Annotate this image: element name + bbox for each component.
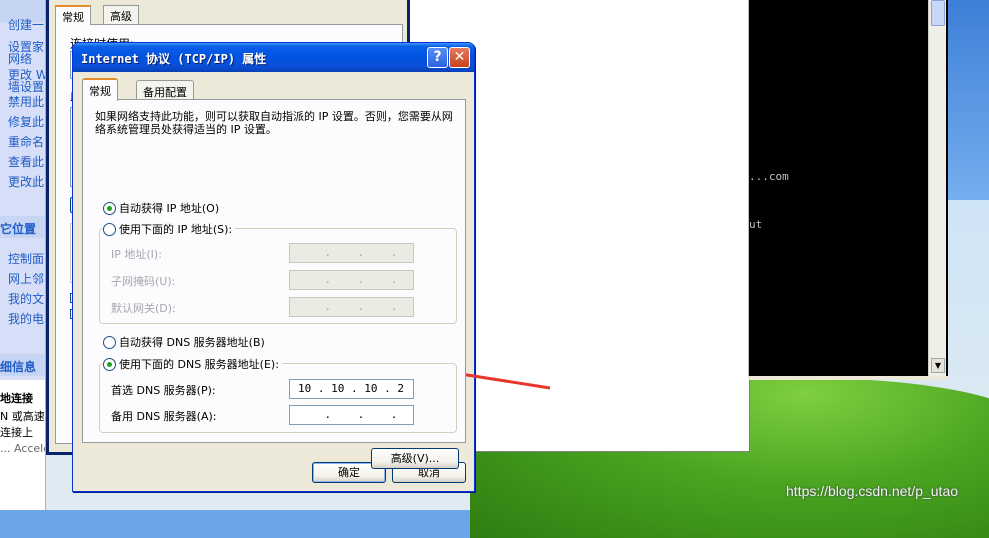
dialog-body: 常规 备用配置 如果网络支持此功能，则可以获取自动指派的 IP 设置。否则，您需…	[76, 72, 471, 490]
place-my-documents[interactable]: 我的文	[8, 290, 44, 307]
detail-connection-status: 连接上	[0, 426, 33, 439]
manual-ip-radio[interactable]	[103, 222, 116, 236]
dialog-titlebar[interactable]: Internet 协议 (TCP/IP) 属性 ? ✕	[73, 43, 474, 72]
default-gateway-field[interactable]: . . .	[289, 297, 414, 317]
console-line-2: ut	[749, 218, 763, 231]
tab-alternate-config[interactable]: 备用配置	[136, 80, 194, 100]
auto-dns-radio-row[interactable]: 自动获得 DNS 服务器地址(B)	[103, 334, 265, 350]
place-my-computer[interactable]: 我的电	[8, 310, 44, 327]
detail-connection-type: N 或高速 Int	[0, 410, 45, 423]
task-rename-connection[interactable]: 重命名	[8, 133, 44, 150]
auto-ip-label: 自动获得 IP 地址(O)	[119, 202, 220, 215]
manual-dns-label: 使用下面的 DNS 服务器地址(E):	[119, 358, 279, 371]
preferred-dns-field[interactable]: 10 . 10 . 10 . 2	[289, 379, 414, 399]
task-create-connection[interactable]: 创建一	[8, 16, 44, 33]
console-scrollbar[interactable]: ▼	[928, 0, 946, 376]
details-heading[interactable]: 细信息	[0, 358, 36, 375]
command-console: ...com ut	[748, 0, 948, 376]
default-gateway-label: 默认网关(D):	[111, 302, 176, 315]
manual-dns-radio-row[interactable]: 使用下面的 DNS 服务器地址(E):	[103, 356, 282, 372]
intro-text: 如果网络支持此功能，则可以获取自动指派的 IP 设置。否则，您需要从网络系统管理…	[95, 110, 453, 136]
bg-tab-advanced[interactable]: 高级	[103, 5, 139, 25]
task-change-settings[interactable]: 更改此	[8, 173, 44, 190]
alternate-dns-field[interactable]: . . .	[289, 405, 414, 425]
general-tab-panel: 如果网络支持此功能，则可以获取自动指派的 IP 设置。否则，您需要从网络系统管理…	[82, 99, 466, 469]
tcpip-properties-dialog: Internet 协议 (TCP/IP) 属性 ? ✕ 常规 备用配置 如果网络…	[72, 42, 475, 492]
ip-address-label: IP 地址(I):	[111, 248, 162, 261]
auto-dns-radio[interactable]	[103, 335, 116, 349]
close-button[interactable]: ✕	[449, 47, 470, 68]
manual-dns-radio[interactable]	[103, 357, 116, 371]
console-bottom-frame	[748, 376, 948, 380]
task-repair-connection[interactable]: 修复此	[8, 113, 44, 130]
task-disable-connection[interactable]: 禁用此	[8, 93, 44, 110]
preferred-dns-label: 首选 DNS 服务器(P):	[111, 384, 216, 397]
ip-address-field[interactable]: . . .	[289, 243, 414, 263]
alternate-dns-label: 备用 DNS 服务器(A):	[111, 410, 217, 423]
task-setup-home-network-2[interactable]: 网络	[8, 50, 32, 67]
manual-ip-label: 使用下面的 IP 地址(S):	[119, 223, 233, 236]
place-control-panel[interactable]: 控制面	[8, 250, 44, 267]
chevron-down-icon[interactable]: ▼	[931, 358, 945, 373]
auto-ip-radio-row[interactable]: 自动获得 IP 地址(O)	[103, 200, 219, 216]
advanced-button[interactable]: 高级(V)...	[371, 448, 459, 469]
auto-ip-radio[interactable]	[103, 201, 116, 215]
bg-tab-general[interactable]: 常规	[55, 5, 91, 25]
help-button[interactable]: ?	[427, 47, 448, 68]
console-line-1: ...com	[749, 170, 789, 183]
console-scroll-thumb[interactable]	[931, 0, 945, 26]
dialog-title: Internet 协议 (TCP/IP) 属性	[81, 52, 267, 66]
detail-connection-name: 地连接	[0, 392, 33, 405]
subnet-mask-field[interactable]: . . .	[289, 270, 414, 290]
tab-general[interactable]: 常规	[82, 78, 118, 101]
subnet-mask-label: 子网掩码(U):	[111, 275, 176, 288]
task-view-status[interactable]: 查看此	[8, 153, 44, 170]
details-panel: 地连接 N 或高速 Int 连接上 ... Acceler	[0, 380, 45, 510]
place-network-neighborhood[interactable]: 网上邻	[8, 270, 44, 287]
auto-dns-label: 自动获得 DNS 服务器地址(B)	[119, 336, 265, 349]
manual-ip-radio-row[interactable]: 使用下面的 IP 地址(S):	[103, 221, 236, 237]
other-places-heading[interactable]: 它位置	[0, 220, 36, 237]
network-task-pane: 创建一 设置家 网络 更改 W 墙设置 禁用此 修复此 重命名 查看此 更改此 …	[0, 0, 46, 510]
watermark-text: https://blog.csdn.net/p_utao	[786, 483, 959, 499]
detail-adapter: ... Acceler	[0, 442, 45, 455]
